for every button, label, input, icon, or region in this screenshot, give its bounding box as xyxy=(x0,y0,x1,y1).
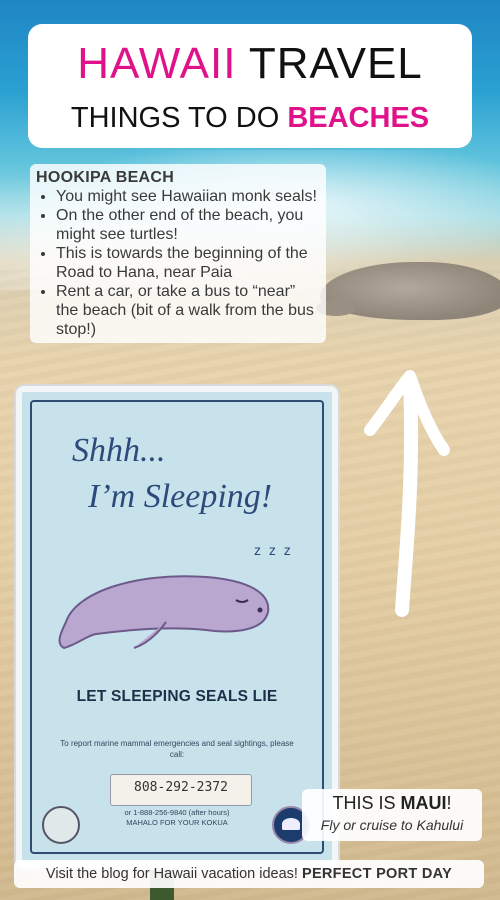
sign-phone-box: 808-292-2372 xyxy=(110,774,252,806)
footer-cta: Visit the blog for Hawaii vacation ideas… xyxy=(45,866,298,882)
info-list: You might see Hawaiian monk seals! On th… xyxy=(36,187,318,339)
info-heading: HOOKIPA BEACH xyxy=(36,169,175,186)
list-item: Rent a car, or take a bus to “near” the … xyxy=(56,282,318,339)
footer-text[interactable]: Visit the blog for Hawaii vacation ideas… xyxy=(14,866,484,882)
sign-report-text: To report marine mammal emergencies and … xyxy=(60,739,294,759)
page-title: HAWAII TRAVEL xyxy=(28,36,472,92)
list-item: You might see Hawaiian monk seals! xyxy=(56,187,318,206)
subtitle-plain: THINGS TO DO xyxy=(70,102,280,134)
location-box: THIS IS MAUI! Fly or cruise to Kahului xyxy=(302,789,482,841)
title-card: HAWAII TRAVEL THINGS TO DO BEACHES xyxy=(28,24,472,148)
sign-hours-line: or 1-888-256-9840 (after hours) xyxy=(124,808,230,817)
location-subline: Fly or cruise to Kahului xyxy=(320,817,464,833)
sign-border: Shhh... I’m Sleeping! z z z LET SLEEPING… xyxy=(30,400,324,854)
sign-phone: 808-292-2372 xyxy=(134,780,228,795)
sign-sleeping: I’m Sleeping! xyxy=(88,478,273,515)
seal-sign: Shhh... I’m Sleeping! z z z LET SLEEPING… xyxy=(16,386,338,868)
sign-let-sleeping: LET SLEEPING SEALS LIE xyxy=(76,688,278,705)
location-suffix: ! xyxy=(446,793,452,813)
pin-image: HAWAII TRAVEL THINGS TO DO BEACHES HOOKI… xyxy=(0,0,500,900)
location-prefix: THIS IS xyxy=(332,793,396,813)
footer-box[interactable]: Visit the blog for Hawaii vacation ideas… xyxy=(14,860,484,888)
nps-logo-icon xyxy=(42,806,80,844)
location-place: MAUI xyxy=(400,793,447,813)
page-subtitle: THINGS TO DO BEACHES xyxy=(28,98,472,138)
sign-mahalo: MAHALO FOR YOUR KOKUA xyxy=(126,818,228,827)
list-item: This is towards the beginning of the Roa… xyxy=(56,244,318,282)
footer-brand: PERFECT PORT DAY xyxy=(301,866,453,882)
subtitle-highlight: BEACHES xyxy=(287,102,430,134)
arrow-up-icon xyxy=(364,370,450,617)
location-line: THIS IS MAUI! xyxy=(302,793,482,814)
list-item: On the other end of the beach, you might… xyxy=(56,206,318,244)
sign-shhh: Shhh... xyxy=(72,432,166,469)
seal-icon xyxy=(58,575,270,650)
sign-hours: or 1-888-256-9840 (after hours) MAHALO F… xyxy=(56,808,298,828)
title-word-travel: TRAVEL xyxy=(248,39,423,88)
title-word-hawaii: HAWAII xyxy=(77,39,237,88)
info-box: HOOKIPA BEACH You might see Hawaiian mon… xyxy=(30,164,326,343)
